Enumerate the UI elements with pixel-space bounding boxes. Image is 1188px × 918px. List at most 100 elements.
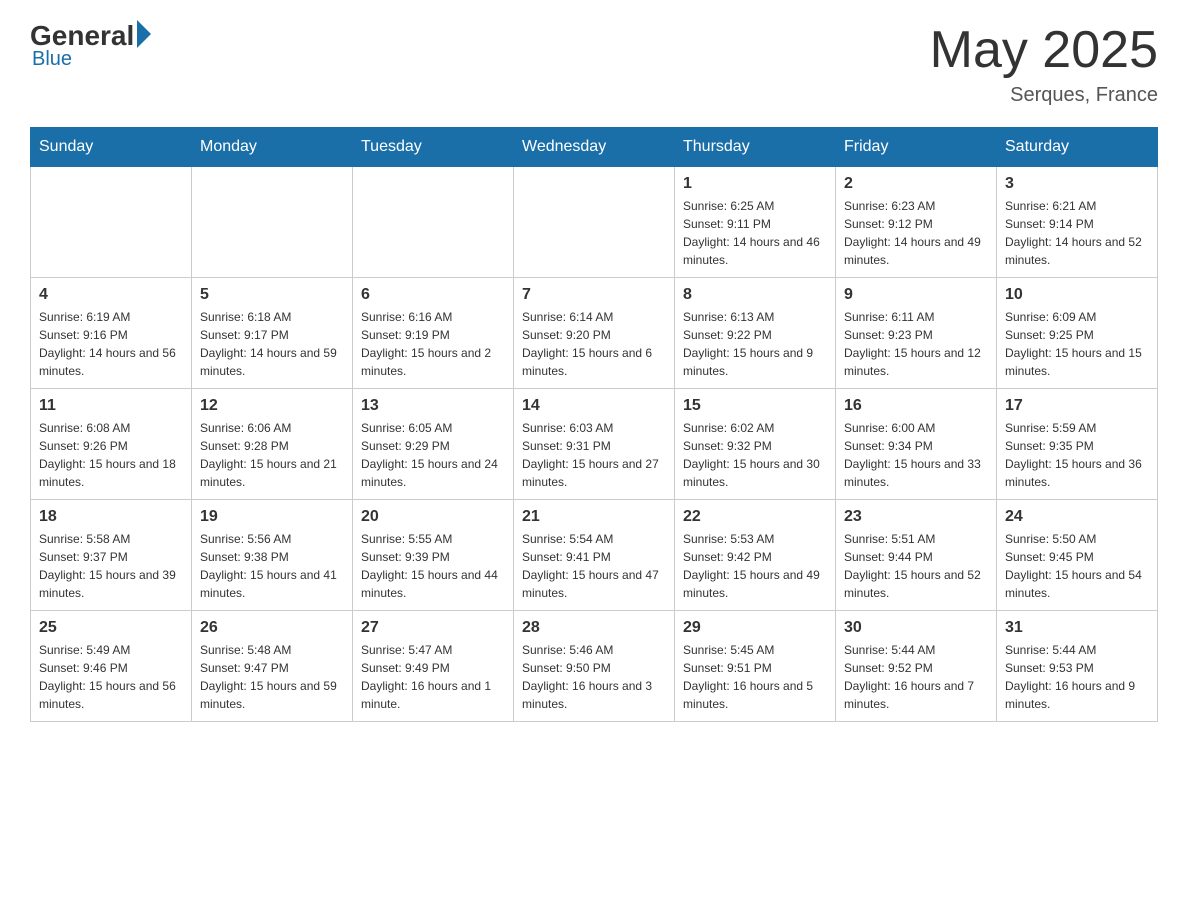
day-number: 17 — [1005, 397, 1149, 415]
day-number: 9 — [844, 286, 988, 304]
day-info: Sunrise: 5:58 AM Sunset: 9:37 PM Dayligh… — [39, 530, 183, 602]
day-info: Sunrise: 5:59 AM Sunset: 9:35 PM Dayligh… — [1005, 419, 1149, 491]
day-number: 31 — [1005, 619, 1149, 637]
day-number: 2 — [844, 175, 988, 193]
calendar-cell: 14 Sunrise: 6:03 AM Sunset: 9:31 PM Dayli… — [514, 389, 675, 500]
day-info: Sunrise: 5:47 AM Sunset: 9:49 PM Dayligh… — [361, 641, 505, 713]
day-info: Sunrise: 6:18 AM Sunset: 9:17 PM Dayligh… — [200, 308, 344, 380]
calendar-header-row: SundayMondayTuesdayWednesdayThursdayFrid… — [31, 128, 1158, 167]
calendar-cell — [192, 167, 353, 278]
day-number: 23 — [844, 508, 988, 526]
calendar-cell: 6Sunrise: 6:16 AM Sunset: 9:19 PM Daylig… — [353, 278, 514, 389]
day-number: 25 — [39, 619, 183, 637]
calendar-cell: 5 Sunrise: 6:18 AM Sunset: 9:17 PM Daylig… — [192, 278, 353, 389]
calendar-cell: 24 Sunrise: 5:50 AM Sunset: 9:45 PM Dayli… — [997, 500, 1158, 611]
calendar-cell: 29 Sunrise: 5:45 AM Sunset: 9:51 PM Dayli… — [675, 611, 836, 722]
column-header-sunday: Sunday — [31, 128, 192, 167]
day-info: Sunrise: 6:19 AM Sunset: 9:16 PM Dayligh… — [39, 308, 183, 380]
calendar-week-row: 4 Sunrise: 6:19 AM Sunset: 9:16 PM Daylig… — [31, 278, 1158, 389]
day-info: Sunrise: 5:56 AM Sunset: 9:38 PM Dayligh… — [200, 530, 344, 602]
calendar-cell: 28 Sunrise: 5:46 AM Sunset: 9:50 PM Dayli… — [514, 611, 675, 722]
day-info: Sunrise: 5:55 AM Sunset: 9:39 PM Dayligh… — [361, 530, 505, 602]
calendar-cell: 11Sunrise: 6:08 AM Sunset: 9:26 PM Dayli… — [31, 389, 192, 500]
column-header-thursday: Thursday — [675, 128, 836, 167]
day-info: Sunrise: 5:46 AM Sunset: 9:50 PM Dayligh… — [522, 641, 666, 713]
logo: General Blue — [30, 20, 151, 71]
day-number: 19 — [200, 508, 344, 526]
calendar-week-row: 18Sunrise: 5:58 AM Sunset: 9:37 PM Dayli… — [31, 500, 1158, 611]
day-number: 7 — [522, 286, 666, 304]
calendar-cell: 4 Sunrise: 6:19 AM Sunset: 9:16 PM Daylig… — [31, 278, 192, 389]
day-info: Sunrise: 6:05 AM Sunset: 9:29 PM Dayligh… — [361, 419, 505, 491]
day-info: Sunrise: 5:54 AM Sunset: 9:41 PM Dayligh… — [522, 530, 666, 602]
calendar-cell: 8 Sunrise: 6:13 AM Sunset: 9:22 PM Daylig… — [675, 278, 836, 389]
day-info: Sunrise: 6:02 AM Sunset: 9:32 PM Dayligh… — [683, 419, 827, 491]
column-header-tuesday: Tuesday — [353, 128, 514, 167]
day-info: Sunrise: 5:44 AM Sunset: 9:52 PM Dayligh… — [844, 641, 988, 713]
day-number: 15 — [683, 397, 827, 415]
calendar-week-row: 11Sunrise: 6:08 AM Sunset: 9:26 PM Dayli… — [31, 389, 1158, 500]
day-number: 20 — [361, 508, 505, 526]
column-header-saturday: Saturday — [997, 128, 1158, 167]
calendar-week-row: 1 Sunrise: 6:25 AM Sunset: 9:11 PM Daylig… — [31, 167, 1158, 278]
day-info: Sunrise: 5:44 AM Sunset: 9:53 PM Dayligh… — [1005, 641, 1149, 713]
day-number: 14 — [522, 397, 666, 415]
logo-blue-text: Blue — [32, 48, 72, 71]
calendar-cell: 16Sunrise: 6:00 AM Sunset: 9:34 PM Dayli… — [836, 389, 997, 500]
calendar-cell — [31, 167, 192, 278]
day-info: Sunrise: 5:53 AM Sunset: 9:42 PM Dayligh… — [683, 530, 827, 602]
month-title: May 2025 — [930, 20, 1158, 80]
day-info: Sunrise: 5:51 AM Sunset: 9:44 PM Dayligh… — [844, 530, 988, 602]
day-info: Sunrise: 6:25 AM Sunset: 9:11 PM Dayligh… — [683, 197, 827, 269]
day-info: Sunrise: 5:50 AM Sunset: 9:45 PM Dayligh… — [1005, 530, 1149, 602]
calendar-cell: 22 Sunrise: 5:53 AM Sunset: 9:42 PM Dayli… — [675, 500, 836, 611]
calendar-cell: 2 Sunrise: 6:23 AM Sunset: 9:12 PM Daylig… — [836, 167, 997, 278]
day-info: Sunrise: 6:23 AM Sunset: 9:12 PM Dayligh… — [844, 197, 988, 269]
day-info: Sunrise: 5:45 AM Sunset: 9:51 PM Dayligh… — [683, 641, 827, 713]
day-number: 3 — [1005, 175, 1149, 193]
day-info: Sunrise: 6:03 AM Sunset: 9:31 PM Dayligh… — [522, 419, 666, 491]
day-number: 28 — [522, 619, 666, 637]
calendar-cell: 18Sunrise: 5:58 AM Sunset: 9:37 PM Dayli… — [31, 500, 192, 611]
day-info: Sunrise: 6:13 AM Sunset: 9:22 PM Dayligh… — [683, 308, 827, 380]
calendar-cell: 21 Sunrise: 5:54 AM Sunset: 9:41 PM Dayli… — [514, 500, 675, 611]
column-header-friday: Friday — [836, 128, 997, 167]
day-info: Sunrise: 5:49 AM Sunset: 9:46 PM Dayligh… — [39, 641, 183, 713]
calendar-cell — [514, 167, 675, 278]
day-info: Sunrise: 5:48 AM Sunset: 9:47 PM Dayligh… — [200, 641, 344, 713]
title-block: May 2025 Serques, France — [930, 20, 1158, 107]
calendar-cell: 30 Sunrise: 5:44 AM Sunset: 9:52 PM Dayli… — [836, 611, 997, 722]
calendar-cell: 19 Sunrise: 5:56 AM Sunset: 9:38 PM Dayli… — [192, 500, 353, 611]
day-number: 29 — [683, 619, 827, 637]
day-info: Sunrise: 6:00 AM Sunset: 9:34 PM Dayligh… — [844, 419, 988, 491]
calendar-cell: 1 Sunrise: 6:25 AM Sunset: 9:11 PM Daylig… — [675, 167, 836, 278]
day-number: 24 — [1005, 508, 1149, 526]
calendar-cell: 12Sunrise: 6:06 AM Sunset: 9:28 PM Dayli… — [192, 389, 353, 500]
calendar-cell: 26Sunrise: 5:48 AM Sunset: 9:47 PM Dayli… — [192, 611, 353, 722]
calendar-cell: 10Sunrise: 6:09 AM Sunset: 9:25 PM Dayli… — [997, 278, 1158, 389]
calendar-cell — [353, 167, 514, 278]
day-number: 1 — [683, 175, 827, 193]
day-number: 5 — [200, 286, 344, 304]
day-number: 30 — [844, 619, 988, 637]
calendar-cell: 20 Sunrise: 5:55 AM Sunset: 9:39 PM Dayli… — [353, 500, 514, 611]
column-header-wednesday: Wednesday — [514, 128, 675, 167]
day-number: 8 — [683, 286, 827, 304]
day-number: 21 — [522, 508, 666, 526]
calendar-cell: 3Sunrise: 6:21 AM Sunset: 9:14 PM Daylig… — [997, 167, 1158, 278]
location-text: Serques, France — [930, 84, 1158, 107]
day-info: Sunrise: 6:08 AM Sunset: 9:26 PM Dayligh… — [39, 419, 183, 491]
calendar-cell: 31 Sunrise: 5:44 AM Sunset: 9:53 PM Dayli… — [997, 611, 1158, 722]
calendar-cell: 17 Sunrise: 5:59 AM Sunset: 9:35 PM Dayli… — [997, 389, 1158, 500]
calendar-week-row: 25 Sunrise: 5:49 AM Sunset: 9:46 PM Dayli… — [31, 611, 1158, 722]
page-header: General Blue May 2025 Serques, France — [30, 20, 1158, 107]
calendar-cell: 7Sunrise: 6:14 AM Sunset: 9:20 PM Daylig… — [514, 278, 675, 389]
day-number: 10 — [1005, 286, 1149, 304]
calendar-cell: 25 Sunrise: 5:49 AM Sunset: 9:46 PM Dayli… — [31, 611, 192, 722]
day-number: 4 — [39, 286, 183, 304]
day-number: 22 — [683, 508, 827, 526]
day-info: Sunrise: 6:06 AM Sunset: 9:28 PM Dayligh… — [200, 419, 344, 491]
column-header-monday: Monday — [192, 128, 353, 167]
day-number: 6 — [361, 286, 505, 304]
day-info: Sunrise: 6:11 AM Sunset: 9:23 PM Dayligh… — [844, 308, 988, 380]
